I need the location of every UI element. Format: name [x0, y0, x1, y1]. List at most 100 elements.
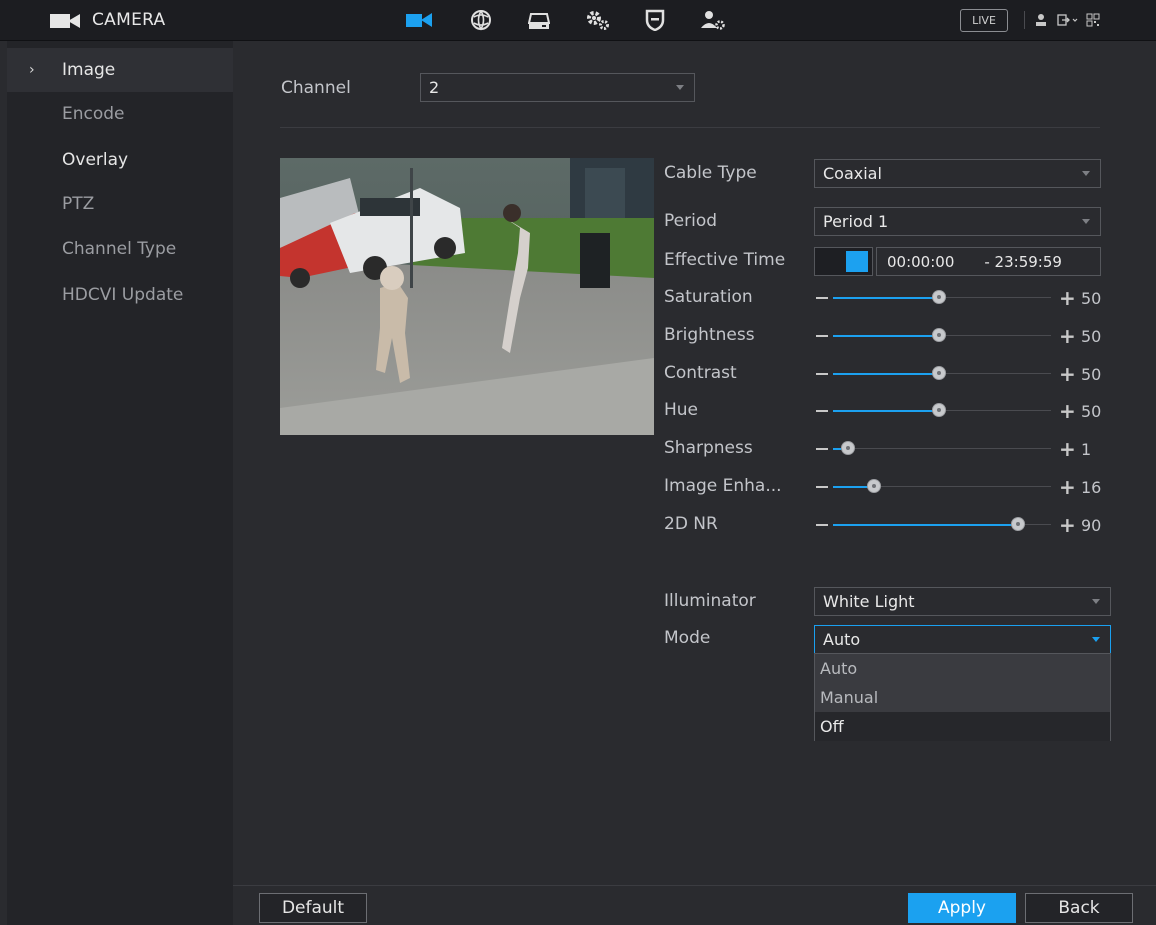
camera-icon[interactable]	[405, 8, 433, 32]
sidebar-item-label: Image	[62, 60, 116, 80]
live-button[interactable]: LIVE	[960, 9, 1008, 32]
apply-button[interactable]: Apply	[908, 893, 1016, 923]
hue-slider[interactable]: Hue + 50	[233, 397, 1156, 427]
plus-icon[interactable]: +	[1059, 326, 1076, 346]
channel-label: Channel	[281, 78, 351, 98]
system-settings-icon[interactable]	[584, 8, 612, 32]
slider-fill	[833, 297, 933, 299]
footer-bar: Default Apply Back	[233, 885, 1156, 925]
slider-value: 16	[1081, 478, 1102, 497]
period-select[interactable]: Period 1	[814, 207, 1101, 236]
slider-label: Image Enha...	[664, 476, 782, 496]
cable-type-label: Cable Type	[664, 163, 757, 183]
back-button[interactable]: Back	[1025, 893, 1133, 923]
sidebar-item-channel-type[interactable]: Channel Type	[7, 227, 233, 271]
mode-option-manual[interactable]: Manual	[815, 683, 1110, 712]
network-icon[interactable]	[467, 8, 495, 32]
security-shield-icon[interactable]	[641, 8, 669, 32]
time-end[interactable]: - 23:59:59	[984, 253, 1062, 271]
slider-knob[interactable]	[867, 479, 881, 493]
saturation-slider[interactable]: Saturation + 50	[233, 284, 1156, 314]
main-panel: Channel 2 Cable Type Coaxial Period Peri…	[233, 41, 1156, 925]
cable-type-select[interactable]: Coaxial	[814, 159, 1101, 188]
slider-knob[interactable]	[841, 441, 855, 455]
default-button[interactable]: Default	[259, 893, 367, 923]
slider-knob[interactable]	[932, 403, 946, 417]
cable-type-value: Coaxial	[823, 164, 882, 183]
sharpness-slider[interactable]: Sharpness + 1	[233, 435, 1156, 465]
minus-icon[interactable]	[816, 448, 828, 450]
mode-dropdown-list: Auto Manual Off	[814, 653, 1111, 741]
slider-label: Brightness	[664, 325, 755, 345]
slider-track	[833, 448, 1051, 449]
slider-value: 50	[1081, 402, 1102, 421]
slider-label: Contrast	[664, 363, 737, 383]
plus-icon[interactable]: +	[1059, 515, 1076, 535]
sidebar-item-image[interactable]: › Image	[7, 48, 233, 92]
mode-select[interactable]: Auto	[814, 625, 1111, 654]
sidebar: › Image Encode Overlay PTZ Channel Type …	[7, 41, 233, 925]
divider	[1024, 11, 1025, 29]
qr-code-icon[interactable]	[1086, 11, 1100, 29]
mode-value: Auto	[823, 630, 861, 649]
sidebar-item-label: HDCVI Update	[62, 285, 184, 305]
minus-icon[interactable]	[816, 373, 828, 375]
chevron-right-icon: ›	[29, 62, 35, 78]
illuminator-select[interactable]: White Light	[814, 587, 1111, 616]
sidebar-item-label: Overlay	[62, 150, 129, 170]
slider-value: 50	[1081, 365, 1102, 384]
image-enhancement-slider[interactable]: Image Enha... + 16	[233, 473, 1156, 503]
sidebar-item-overlay[interactable]: Overlay	[7, 138, 233, 182]
dropdown-arrow-icon	[1092, 599, 1100, 604]
slider-value: 90	[1081, 516, 1102, 535]
minus-icon[interactable]	[816, 410, 828, 412]
slider-fill	[833, 373, 933, 375]
period-label: Period	[664, 211, 718, 231]
logout-icon[interactable]	[1057, 11, 1079, 29]
slider-knob[interactable]	[932, 328, 946, 342]
plus-icon[interactable]: +	[1059, 439, 1076, 459]
plus-icon[interactable]: +	[1059, 401, 1076, 421]
brightness-slider[interactable]: Brightness + 50	[233, 322, 1156, 352]
storage-icon[interactable]	[525, 8, 553, 32]
camera-icon	[50, 12, 82, 28]
minus-icon[interactable]	[816, 335, 828, 337]
mode-option-off[interactable]: Off	[815, 712, 1110, 741]
mode-label: Mode	[664, 628, 711, 648]
top-bar: CAMERA LIVE	[0, 0, 1156, 41]
time-start[interactable]: 00:00:00	[887, 253, 954, 271]
slider-knob[interactable]	[1011, 517, 1025, 531]
slider-fill	[833, 410, 933, 412]
slider-label: Sharpness	[664, 438, 753, 458]
effective-time-label: Effective Time	[664, 250, 786, 270]
slider-knob[interactable]	[932, 290, 946, 304]
2d-nr-slider[interactable]: 2D NR + 90	[233, 511, 1156, 541]
dropdown-arrow-icon	[676, 85, 684, 90]
sidebar-item-label: PTZ	[62, 194, 95, 214]
plus-icon[interactable]: +	[1059, 477, 1076, 497]
slider-fill	[833, 486, 868, 488]
dropdown-arrow-icon	[1082, 219, 1090, 224]
sidebar-item-ptz[interactable]: PTZ	[7, 182, 233, 226]
user-icon[interactable]	[1035, 11, 1047, 29]
plus-icon[interactable]: +	[1059, 364, 1076, 384]
sidebar-item-hdcvi-update[interactable]: HDCVI Update	[7, 273, 233, 317]
contrast-slider[interactable]: Contrast + 50	[233, 360, 1156, 390]
slider-knob[interactable]	[932, 366, 946, 380]
minus-icon[interactable]	[816, 486, 828, 488]
effective-time-toggle[interactable]	[814, 247, 873, 276]
account-settings-icon[interactable]	[699, 8, 727, 32]
sidebar-item-encode[interactable]: Encode	[7, 92, 233, 136]
channel-select[interactable]: 2	[420, 73, 695, 102]
mode-option-auto[interactable]: Auto	[815, 654, 1110, 683]
sidebar-item-label: Channel Type	[62, 239, 177, 259]
illuminator-label: Illuminator	[664, 591, 756, 611]
effective-time-field[interactable]: 00:00:00 - 23:59:59	[876, 247, 1101, 276]
dropdown-arrow-icon	[1092, 637, 1100, 642]
slider-value: 50	[1081, 289, 1102, 308]
plus-icon[interactable]: +	[1059, 288, 1076, 308]
minus-icon[interactable]	[816, 524, 828, 526]
slider-label: 2D NR	[664, 514, 718, 534]
minus-icon[interactable]	[816, 297, 828, 299]
dropdown-arrow-icon	[1082, 171, 1090, 176]
